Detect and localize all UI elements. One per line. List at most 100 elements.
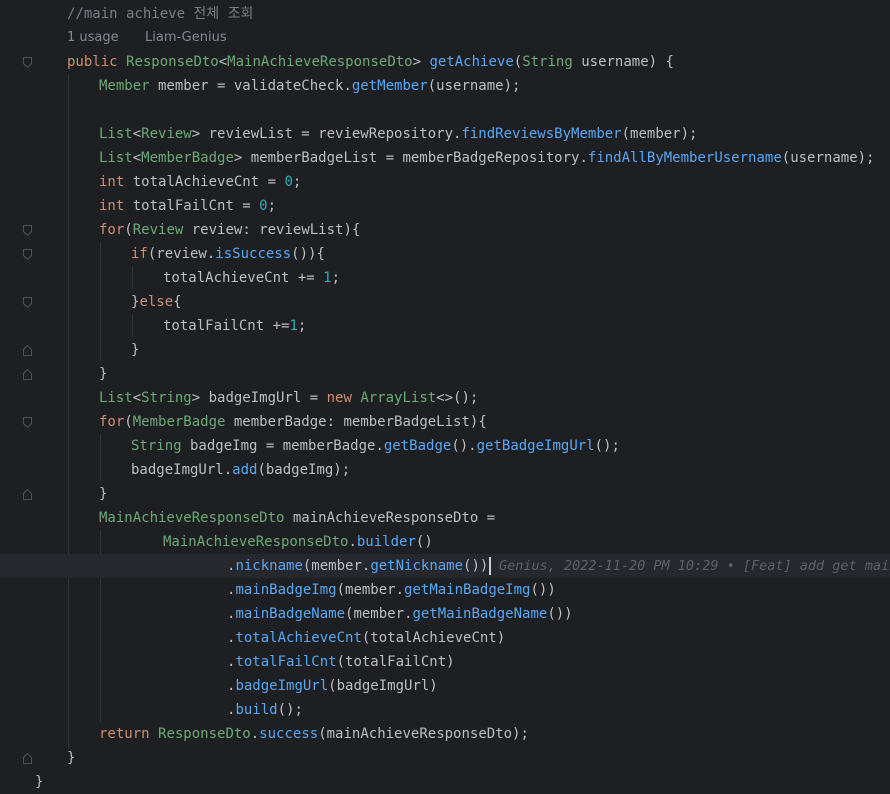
code-token: Review	[141, 126, 192, 142]
code-line[interactable]: }	[0, 770, 890, 794]
current-code-line[interactable]: .nickname(member.getNickname()) Genius, …	[0, 554, 890, 578]
code-line[interactable]: }else{	[0, 290, 890, 314]
code-line[interactable]: Member member = validateCheck.getMember(…	[0, 74, 890, 98]
fold-close-icon[interactable]	[23, 369, 32, 380]
code-line[interactable]: .badgeImgUrl(badgeImgUrl)	[0, 674, 890, 698]
code-token: review: reviewList){	[183, 222, 361, 238]
code-line[interactable]: }	[0, 746, 890, 770]
code-token: ()){	[291, 246, 325, 262]
code-token: build	[235, 702, 278, 718]
code-line[interactable]: }	[0, 482, 890, 506]
code-line[interactable]: //main achieve 전체 조회	[0, 2, 890, 26]
code-line[interactable]: }	[0, 338, 890, 362]
code-token: else	[139, 294, 174, 310]
code-editor[interactable]: //main achieve 전체 조회 1 usage Liam-Genius…	[0, 0, 890, 792]
code-token: (username);	[781, 150, 875, 166]
code-token: ())	[530, 582, 556, 598]
fold-open-icon[interactable]	[23, 417, 32, 428]
code-token: member = validateCheck.	[149, 78, 352, 94]
code-line[interactable]: totalAchieveCnt += 1;	[0, 266, 890, 290]
code-token: return	[99, 726, 159, 742]
code-line[interactable]: public ResponseDto<MainAchieveResponseDt…	[0, 50, 890, 74]
code-line[interactable]: List<String> badgeImgUrl = new ArrayList…	[0, 386, 890, 410]
code-line[interactable]: .build();	[0, 698, 890, 722]
code-line[interactable]: .mainBadgeName(member.getMainBadgeName()…	[0, 602, 890, 626]
code-token: List	[99, 390, 133, 406]
text-cursor	[489, 557, 492, 575]
code-token: getMember	[351, 78, 428, 94]
code-line[interactable]: for(MemberBadge memberBadge: memberBadge…	[0, 410, 890, 434]
fold-close-icon[interactable]	[23, 753, 32, 764]
code-token: new	[326, 390, 361, 406]
code-line[interactable]: List<Review> reviewList = reviewReposito…	[0, 122, 890, 146]
code-line[interactable]: .totalAchieveCnt(totalAchieveCnt)	[0, 626, 890, 650]
code-token: int	[99, 198, 125, 214]
code-token: ;	[297, 318, 307, 334]
code-token: isSuccess	[215, 246, 292, 262]
code-token: List	[99, 150, 133, 166]
code-token: success	[259, 726, 319, 742]
code-line[interactable]: }	[0, 362, 890, 386]
lightbulb-icon[interactable]	[40, 556, 58, 576]
code-line[interactable]: List<MemberBadge> memberBadgeList = memb…	[0, 146, 890, 170]
code-token: <>();	[436, 390, 479, 406]
code-token: ;	[331, 270, 341, 286]
usages-link[interactable]: 1 usage	[67, 26, 119, 50]
code-token: for	[99, 222, 125, 238]
author-link[interactable]: Liam-Genius	[145, 26, 227, 50]
code-token: for	[99, 414, 125, 430]
code-token: (review.	[147, 246, 216, 262]
code-token: getMainBadgeName	[412, 606, 548, 622]
code-token: (	[124, 414, 133, 430]
code-token: ;	[267, 198, 277, 214]
code-line[interactable]: totalFailCnt +=1;	[0, 314, 890, 338]
code-token: ()	[415, 534, 433, 550]
code-token: > badgeImgUrl =	[191, 390, 327, 406]
code-token: badgeImgUrl.	[131, 462, 233, 478]
code-line[interactable]: .mainBadgeImg(member.getMainBadgeImg())	[0, 578, 890, 602]
fold-close-icon[interactable]	[23, 489, 32, 500]
code-vision-line: 1 usage Liam-Genius	[0, 26, 890, 50]
fold-open-icon[interactable]	[23, 297, 32, 308]
fold-open-icon[interactable]	[23, 225, 32, 236]
code-token: (badgeImg);	[257, 462, 351, 478]
git-blame-annotation[interactable]: Genius, 2022-11-20 PM 10:29 • [Feat] add…	[499, 554, 890, 578]
code-token: > memberBadgeList = memberBadgeRepositor…	[233, 150, 588, 166]
code-token: 0	[259, 198, 268, 214]
fold-open-icon[interactable]	[23, 249, 32, 260]
fold-open-icon[interactable]	[23, 57, 32, 68]
code-token: MainAchieveResponseDto	[99, 510, 285, 526]
code-token: ;	[292, 174, 302, 190]
code-line[interactable]: .totalFailCnt(totalFailCnt)	[0, 650, 890, 674]
code-line[interactable]: int totalFailCnt = 0;	[0, 194, 890, 218]
code-token: (member.	[336, 582, 405, 598]
code-token: getAchieve	[429, 54, 514, 70]
code-token: <	[132, 390, 142, 406]
code-token: 0	[284, 174, 293, 190]
code-token: MemberBadge	[132, 414, 226, 430]
fold-close-icon[interactable]	[23, 345, 32, 356]
code-token: memberBadge: memberBadgeList){	[225, 414, 487, 430]
code-token: Member	[99, 78, 150, 94]
code-token: username) {	[572, 54, 674, 70]
code-line[interactable]: badgeImgUrl.add(badgeImg);	[0, 458, 890, 482]
code-token: String	[522, 54, 573, 70]
code-token: totalFailCnt	[235, 654, 337, 670]
code-token: public	[67, 54, 127, 70]
code-line[interactable]: for(Review review: reviewList){	[0, 218, 890, 242]
code-token: totalAchieveCnt =	[124, 174, 285, 190]
code-token: }	[35, 774, 44, 790]
code-token: (totalFailCnt)	[336, 654, 455, 670]
code-line[interactable]: if(review.isSuccess()){	[0, 242, 890, 266]
code-token: getBadgeImgUrl	[476, 438, 595, 454]
code-line[interactable]: MainAchieveResponseDto.builder()	[0, 530, 890, 554]
code-token: totalFailCnt =	[124, 198, 260, 214]
code-token: totalAchieveCnt	[235, 630, 362, 646]
code-token: ())	[547, 606, 573, 622]
code-line[interactable]: MainAchieveResponseDto mainAchieveRespon…	[0, 506, 890, 530]
code-line[interactable]: return ResponseDto.success(mainAchieveRe…	[0, 722, 890, 746]
code-line[interactable]: int totalAchieveCnt = 0;	[0, 170, 890, 194]
code-token: Review	[132, 222, 184, 238]
code-token: }	[99, 486, 108, 502]
code-line[interactable]: String badgeImg = memberBadge.getBadge()…	[0, 434, 890, 458]
